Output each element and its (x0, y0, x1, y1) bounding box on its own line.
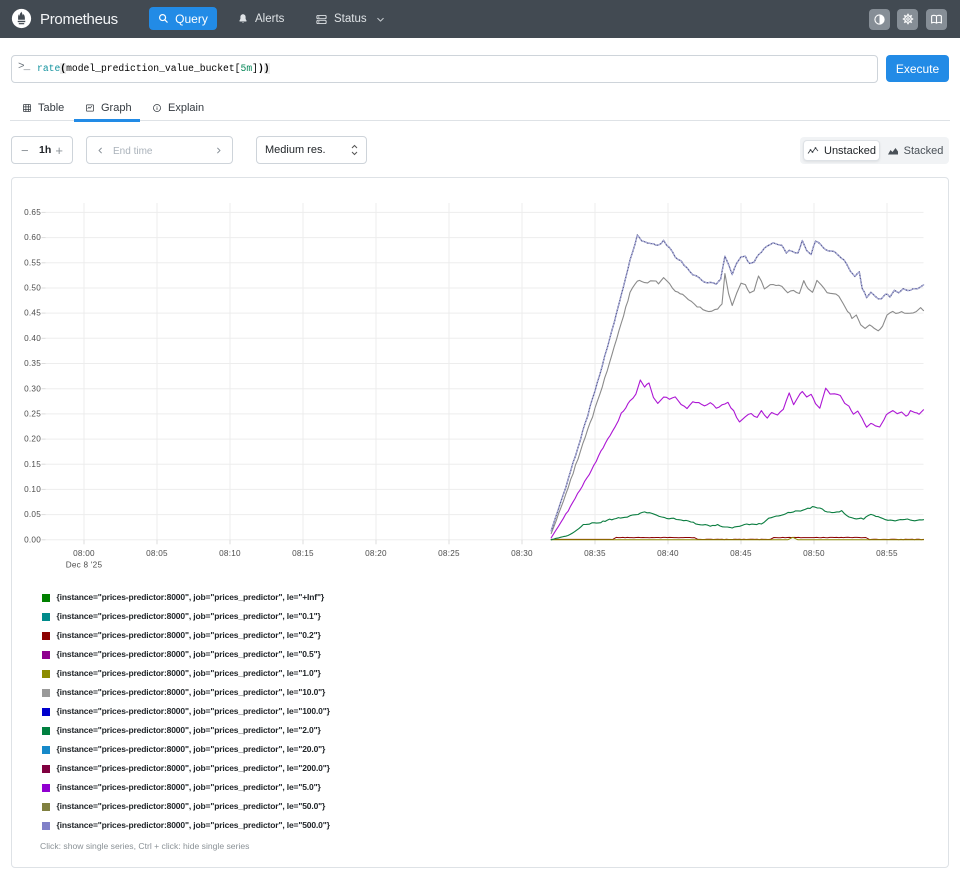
svg-text:0.30: 0.30 (24, 384, 41, 393)
svg-text:08:45: 08:45 (730, 549, 752, 558)
svg-text:08:40: 08:40 (657, 549, 679, 558)
svg-text:08:30: 08:30 (511, 549, 533, 558)
svg-text:08:35: 08:35 (584, 549, 606, 558)
svg-text:0.60: 0.60 (24, 233, 41, 242)
svg-text:0.25: 0.25 (24, 410, 41, 419)
svg-text:0.35: 0.35 (24, 359, 41, 368)
svg-text:08:25: 08:25 (438, 549, 460, 558)
svg-text:0.50: 0.50 (24, 284, 41, 293)
svg-text:0.20: 0.20 (24, 435, 41, 444)
svg-text:08:55: 08:55 (876, 549, 898, 558)
svg-text:0.10: 0.10 (24, 485, 41, 494)
svg-text:08:50: 08:50 (803, 549, 825, 558)
svg-text:08:10: 08:10 (219, 549, 241, 558)
svg-text:0.55: 0.55 (24, 258, 41, 267)
svg-text:0.05: 0.05 (24, 510, 41, 519)
svg-text:08:15: 08:15 (292, 549, 314, 558)
svg-text:0.15: 0.15 (24, 460, 41, 469)
svg-text:08:20: 08:20 (365, 549, 387, 558)
svg-text:Dec 8 '25: Dec 8 '25 (66, 561, 103, 570)
svg-text:08:00: 08:00 (73, 549, 95, 558)
svg-text:0.40: 0.40 (24, 334, 41, 343)
svg-text:0.65: 0.65 (24, 208, 41, 217)
svg-text:08:05: 08:05 (146, 549, 168, 558)
svg-text:0.45: 0.45 (24, 309, 41, 318)
svg-text:0.00: 0.00 (24, 535, 41, 544)
